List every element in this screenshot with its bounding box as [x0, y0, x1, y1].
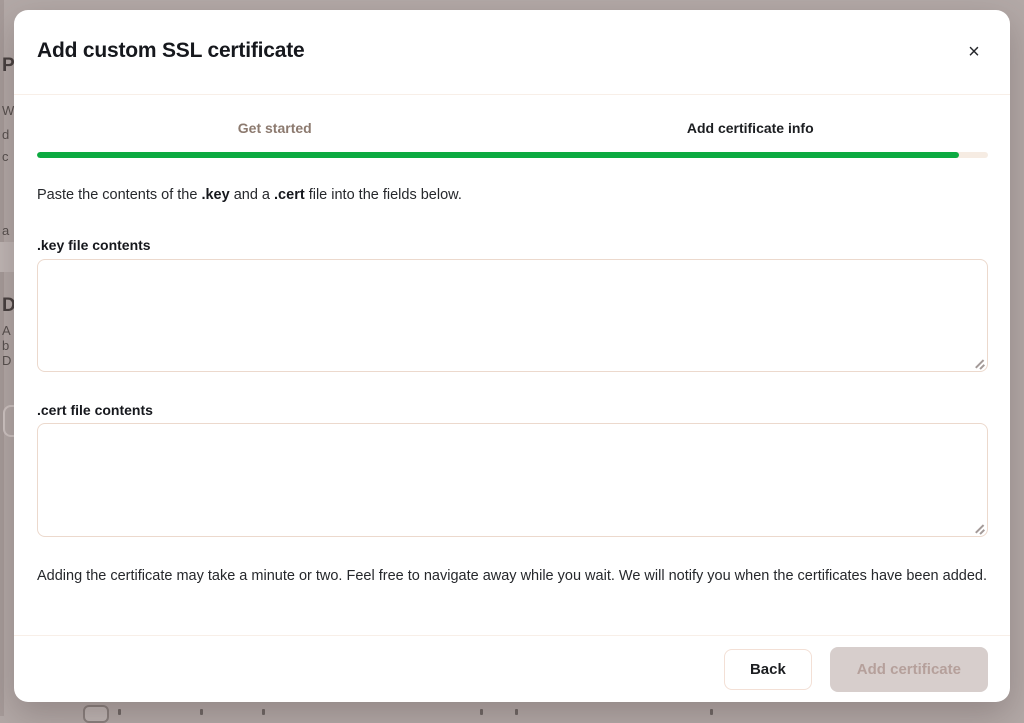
background-text-fragment: A	[2, 324, 11, 337]
key-file-input[interactable]	[37, 259, 988, 372]
cert-file-label: .cert file contents	[37, 402, 153, 418]
background-glyph-fragment	[262, 709, 265, 715]
progress-bar-track	[37, 152, 988, 158]
background-section-band	[0, 242, 14, 272]
background-glyph-fragment	[200, 709, 203, 715]
background-text-fragment: b	[2, 339, 9, 352]
background-checkbox	[83, 705, 109, 723]
wait-note-text: Adding the certificate may take a minute…	[37, 566, 987, 587]
add-ssl-certificate-dialog: Add custom SSL certificate × Get started…	[14, 10, 1010, 702]
resize-handle[interactable]	[973, 522, 986, 535]
progress-bar-fill	[37, 152, 959, 158]
add-certificate-button[interactable]: Add certificate	[830, 647, 988, 692]
intro-text: Paste the contents of the .key and a .ce…	[37, 185, 462, 206]
step-add-certificate-info[interactable]: Add certificate info	[513, 120, 989, 136]
background-glyph-fragment	[710, 709, 713, 715]
background-glyph-fragment	[118, 709, 121, 715]
key-file-label: .key file contents	[37, 237, 151, 253]
dialog-footer: Back Add certificate	[14, 636, 1010, 702]
dialog-title: Add custom SSL certificate	[37, 39, 304, 63]
background-text-fragment: d	[2, 128, 9, 141]
background-glyph-fragment	[480, 709, 483, 715]
background-glyph-fragment	[515, 709, 518, 715]
background-table-row	[0, 702, 1024, 716]
stepper: Get started Add certificate info	[37, 120, 988, 136]
background-text-fragment: D	[2, 354, 11, 367]
background-page-left-edge: P W d c a D A b D	[0, 0, 14, 716]
back-button[interactable]: Back	[724, 649, 812, 690]
close-icon[interactable]: ×	[960, 38, 988, 66]
background-text-fragment: c	[2, 150, 9, 163]
background-text-fragment: P	[2, 56, 15, 75]
cert-file-input[interactable]	[37, 423, 988, 537]
resize-handle[interactable]	[973, 357, 986, 370]
step-get-started[interactable]: Get started	[37, 120, 513, 136]
background-text-fragment: W	[2, 104, 14, 117]
background-text-fragment: a	[2, 224, 9, 237]
header-divider	[14, 94, 1010, 95]
dialog-header: Add custom SSL certificate ×	[14, 10, 1010, 94]
